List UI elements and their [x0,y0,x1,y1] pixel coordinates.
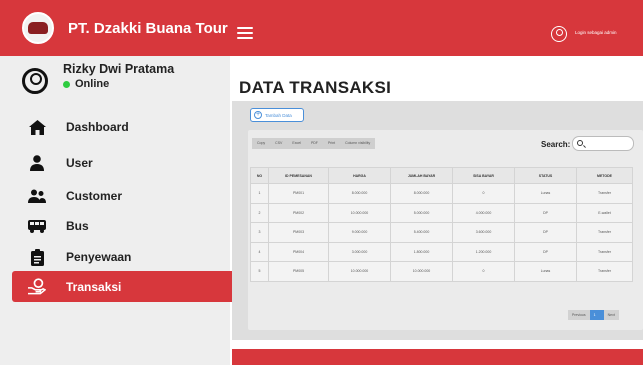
table-cell: 10.000.000 [328,202,391,223]
column-header[interactable]: HARGA [328,167,391,184]
sidebar-item-label: Dashboard [66,120,129,134]
sidebar-item-bus[interactable]: Bus [12,211,245,241]
excel-button[interactable]: Excel [287,138,306,149]
status-dot-icon [63,80,70,88]
column-header[interactable]: ID PEMESANAN [268,167,329,184]
current-page-button[interactable]: 1 [589,310,604,320]
table-cell: 3.000.000 [328,241,391,262]
sidebar-item-user[interactable]: User [12,148,245,178]
table-cell: Transfer [576,241,633,262]
previous-page-button[interactable]: Previous [568,310,590,320]
table-cell: DP [514,222,577,243]
table-cell: 2 [250,202,269,223]
add-data-label: Tambah Data [265,112,292,118]
table-cell: 5 [250,261,269,282]
clipboard-icon [28,248,46,266]
sidebar-item-label: User [66,156,93,170]
csv-button[interactable]: CSV [270,138,288,149]
user-icon [28,154,46,172]
table-cell: 5.400.000 [390,222,453,243]
hand-money-icon [28,278,46,296]
sidebar-item-customer[interactable]: Customer [12,181,245,211]
table-cell: Transfer [576,222,633,243]
table-cell: 1.200.000 [452,241,515,262]
table-cell: Transfer [576,183,633,204]
table-cell: DP [514,241,577,262]
column-header[interactable]: JUMLAH BAYAR [390,167,453,184]
table-cell: PM003 [268,222,329,243]
sidebar-item-label: Penyewaan [66,250,132,264]
print-button[interactable]: Print [322,138,341,149]
sidebar-item-transaksi[interactable]: Transaksi [12,271,245,302]
table-cell: Transfer [576,261,633,282]
table-cell: 10.000.000 [390,261,453,282]
table-cell: 5.000.000 [390,202,453,223]
users-icon [28,187,46,205]
table-cell: PM005 [268,261,329,282]
table-cell: 3 [250,222,269,243]
table-cell: 8.000.000 [390,183,453,204]
sidebar-item-label: Customer [66,189,123,203]
table-cell: 4 [250,241,269,262]
table-cell: 4.000.000 [452,202,515,223]
page-title: DATA TRANSAKSI [239,78,392,97]
bus-icon [28,217,46,235]
brand-name: PT. Dzakki Buana Tour [68,19,228,37]
column-header[interactable]: NO [250,167,269,184]
table-cell: 3.600.000 [452,222,515,243]
plus-circle-icon: + [254,111,262,119]
table-cell: E-wallet [576,202,633,223]
status-text: Online [75,78,110,90]
table-row: 5 PM005 10.000.000 10.000.000 0 Lunas Tr… [250,261,633,282]
column-visibility-button[interactable]: Column visibility [340,138,376,149]
column-header[interactable]: SISA BAYAR [452,167,515,184]
login-status-text: Login sebagai admin [575,30,617,35]
table-cell: Lunas [514,183,577,204]
table-cell: PM001 [268,183,329,204]
search-input[interactable] [572,136,634,151]
search-label: Search: [541,140,571,149]
table-cell: DP [514,202,577,223]
pdf-button[interactable]: PDF [305,138,323,149]
column-header[interactable]: STATUS [514,167,577,184]
sidebar-item-penyewaan[interactable]: Penyewaan [12,242,245,272]
table-row: 2 PM002 10.000.000 5.000.000 4.000.000 D… [250,202,633,223]
table-cell: PM002 [268,202,329,223]
table-cell: 9.000.000 [328,222,391,243]
table-header-row: NO ID PEMESANAN HARGA JUMLAH BAYAR SISA … [250,167,633,184]
hamburger-menu-icon[interactable] [237,27,253,42]
home-icon [28,118,46,136]
sidebar-item-dashboard[interactable]: Dashboard [12,112,245,142]
table-cell: PM004 [268,241,329,262]
account-icon[interactable] [551,26,567,42]
next-page-button[interactable]: Next [603,310,619,320]
export-buttons: Copy CSV Excel PDF Print Column visibili… [252,138,376,149]
profile-name: Rizky Dwi Pratama [63,62,175,76]
logo-icon [22,12,54,44]
table-row: 1 PM001 8.000.000 8.000.000 0 Lunas Tran… [250,183,633,204]
column-header[interactable]: METODE [576,167,633,184]
sidebar-item-label: Transaksi [66,279,122,294]
table-cell: 0 [452,183,515,204]
avatar-icon [22,68,48,94]
table-cell: Lunas [514,261,577,282]
brand: PT. Dzakki Buana Tour [0,0,230,56]
transactions-table: NO ID PEMESANAN HARGA JUMLAH BAYAR SISA … [250,167,633,282]
search-icon [577,140,583,146]
table-cell: 1.800.000 [390,241,453,262]
table-row: 4 PM004 3.000.000 1.800.000 1.200.000 DP… [250,241,633,262]
pagination: Previous 1 Next [568,310,619,320]
table-cell: 10.000.000 [328,261,391,282]
table-cell: 1 [250,183,269,204]
copy-button[interactable]: Copy [252,138,271,149]
table-cell: 0 [452,261,515,282]
table-cell: 8.000.000 [328,183,391,204]
footer-bar [232,349,643,365]
table-row: 3 PM003 9.000.000 5.400.000 3.600.000 DP… [250,222,633,243]
sidebar-item-label: Bus [66,219,89,233]
user-profile: Rizky Dwi Pratama Online [22,62,174,94]
add-data-button[interactable]: + Tambah Data [250,108,304,122]
online-status: Online [63,77,174,91]
